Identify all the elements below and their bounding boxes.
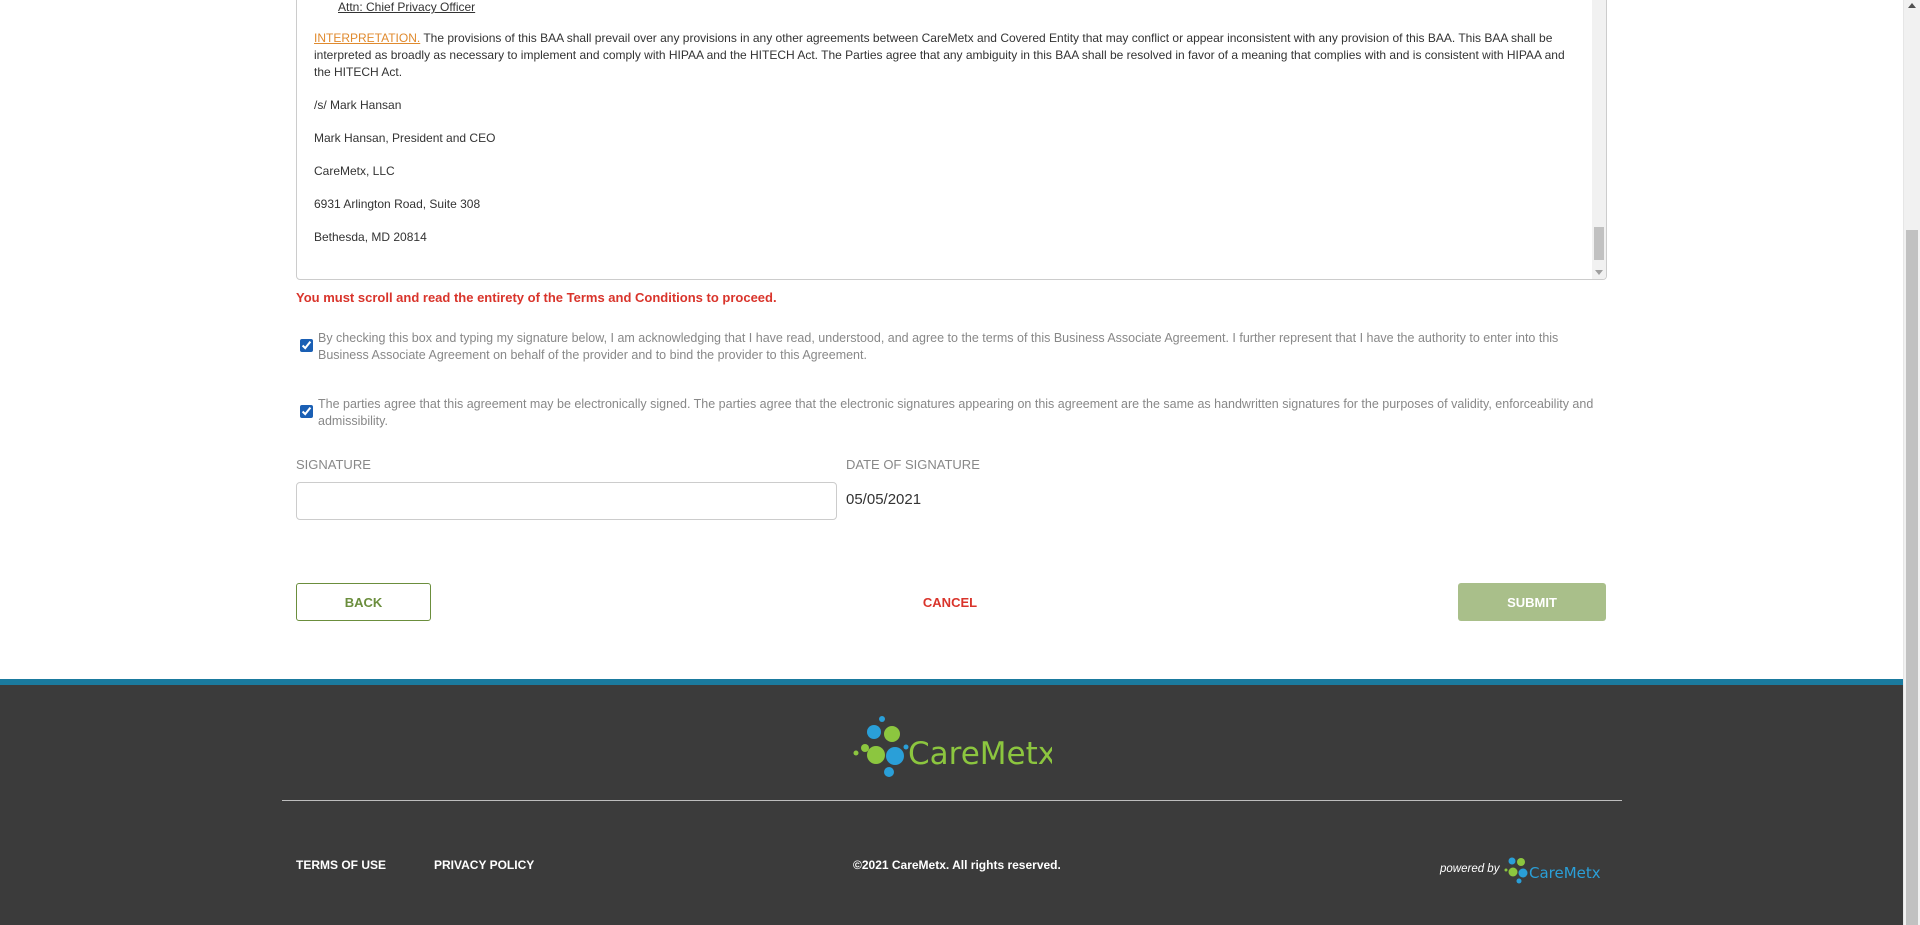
powered-by-wordmark: CareMetx xyxy=(1529,864,1601,882)
terms-interpretation-paragraph: INTERPRETATION. The provisions of this B… xyxy=(314,30,1584,81)
interpretation-text: The provisions of this BAA shall prevail… xyxy=(314,31,1565,79)
scroll-warning-message: You must scroll and read the entirety of… xyxy=(296,290,777,305)
powered-by-text: powered by xyxy=(1440,863,1500,875)
terms-attn-line: Attn: Chief Privacy Officer xyxy=(338,0,476,14)
scroll-down-arrow-icon[interactable] xyxy=(1595,270,1603,275)
terms-city-line: Bethesda, MD 20814 xyxy=(314,230,427,244)
acknowledge-agreement-checkbox[interactable] xyxy=(300,339,313,352)
terms-company-name: CareMetx, LLC xyxy=(314,164,395,178)
terms-scrollbar[interactable] xyxy=(1592,0,1606,279)
terms-scrollbar-thumb[interactable] xyxy=(1594,227,1604,260)
date-of-signature-value: 05/05/2021 xyxy=(846,491,922,508)
cancel-button[interactable]: CANCEL xyxy=(900,583,1000,621)
back-button[interactable]: BACK xyxy=(296,583,431,621)
acknowledge-agreement-text: By checking this box and typing my signa… xyxy=(318,331,1559,362)
powered-by-logo-icon: CareMetx xyxy=(1504,857,1601,884)
terms-signature-line: /s/ Mark Hansan xyxy=(314,98,402,112)
terms-signer-title: Mark Hansan, President and CEO xyxy=(314,131,496,145)
terms-address-line: 6931 Arlington Road, Suite 308 xyxy=(314,197,481,211)
copyright-text: ©2021 CareMetx. All rights reserved. xyxy=(853,858,1061,872)
page-scrollbar[interactable] xyxy=(1903,0,1920,925)
terms-scroll-box[interactable]: Attn: Chief Privacy Officer INTERPRETATI… xyxy=(296,0,1607,280)
page-footer: CareMetx TERMS OF USE PRIVACY POLICY ©20… xyxy=(0,685,1903,925)
page-scrollbar-thumb[interactable] xyxy=(1906,230,1918,925)
privacy-policy-link[interactable]: PRIVACY POLICY xyxy=(434,858,534,872)
interpretation-heading: INTERPRETATION. xyxy=(314,31,421,45)
submit-button[interactable]: SUBMIT xyxy=(1458,583,1606,621)
date-of-signature-label: DATE OF SIGNATURE xyxy=(846,457,980,472)
electronic-signature-text: The parties agree that this agreement ma… xyxy=(318,397,1594,428)
footer-divider xyxy=(282,800,1622,801)
caremetx-logo: CareMetx xyxy=(853,716,1052,777)
terms-of-use-link[interactable]: TERMS OF USE xyxy=(296,858,386,872)
scroll-up-arrow-icon[interactable] xyxy=(1908,3,1916,8)
electronic-signature-checkbox[interactable] xyxy=(300,405,313,418)
signature-input[interactable] xyxy=(296,482,837,520)
powered-by-caremetx: powered by CareMetx xyxy=(1440,853,1610,885)
signature-label: SIGNATURE xyxy=(296,457,371,472)
logo-wordmark: CareMetx xyxy=(908,736,1052,772)
